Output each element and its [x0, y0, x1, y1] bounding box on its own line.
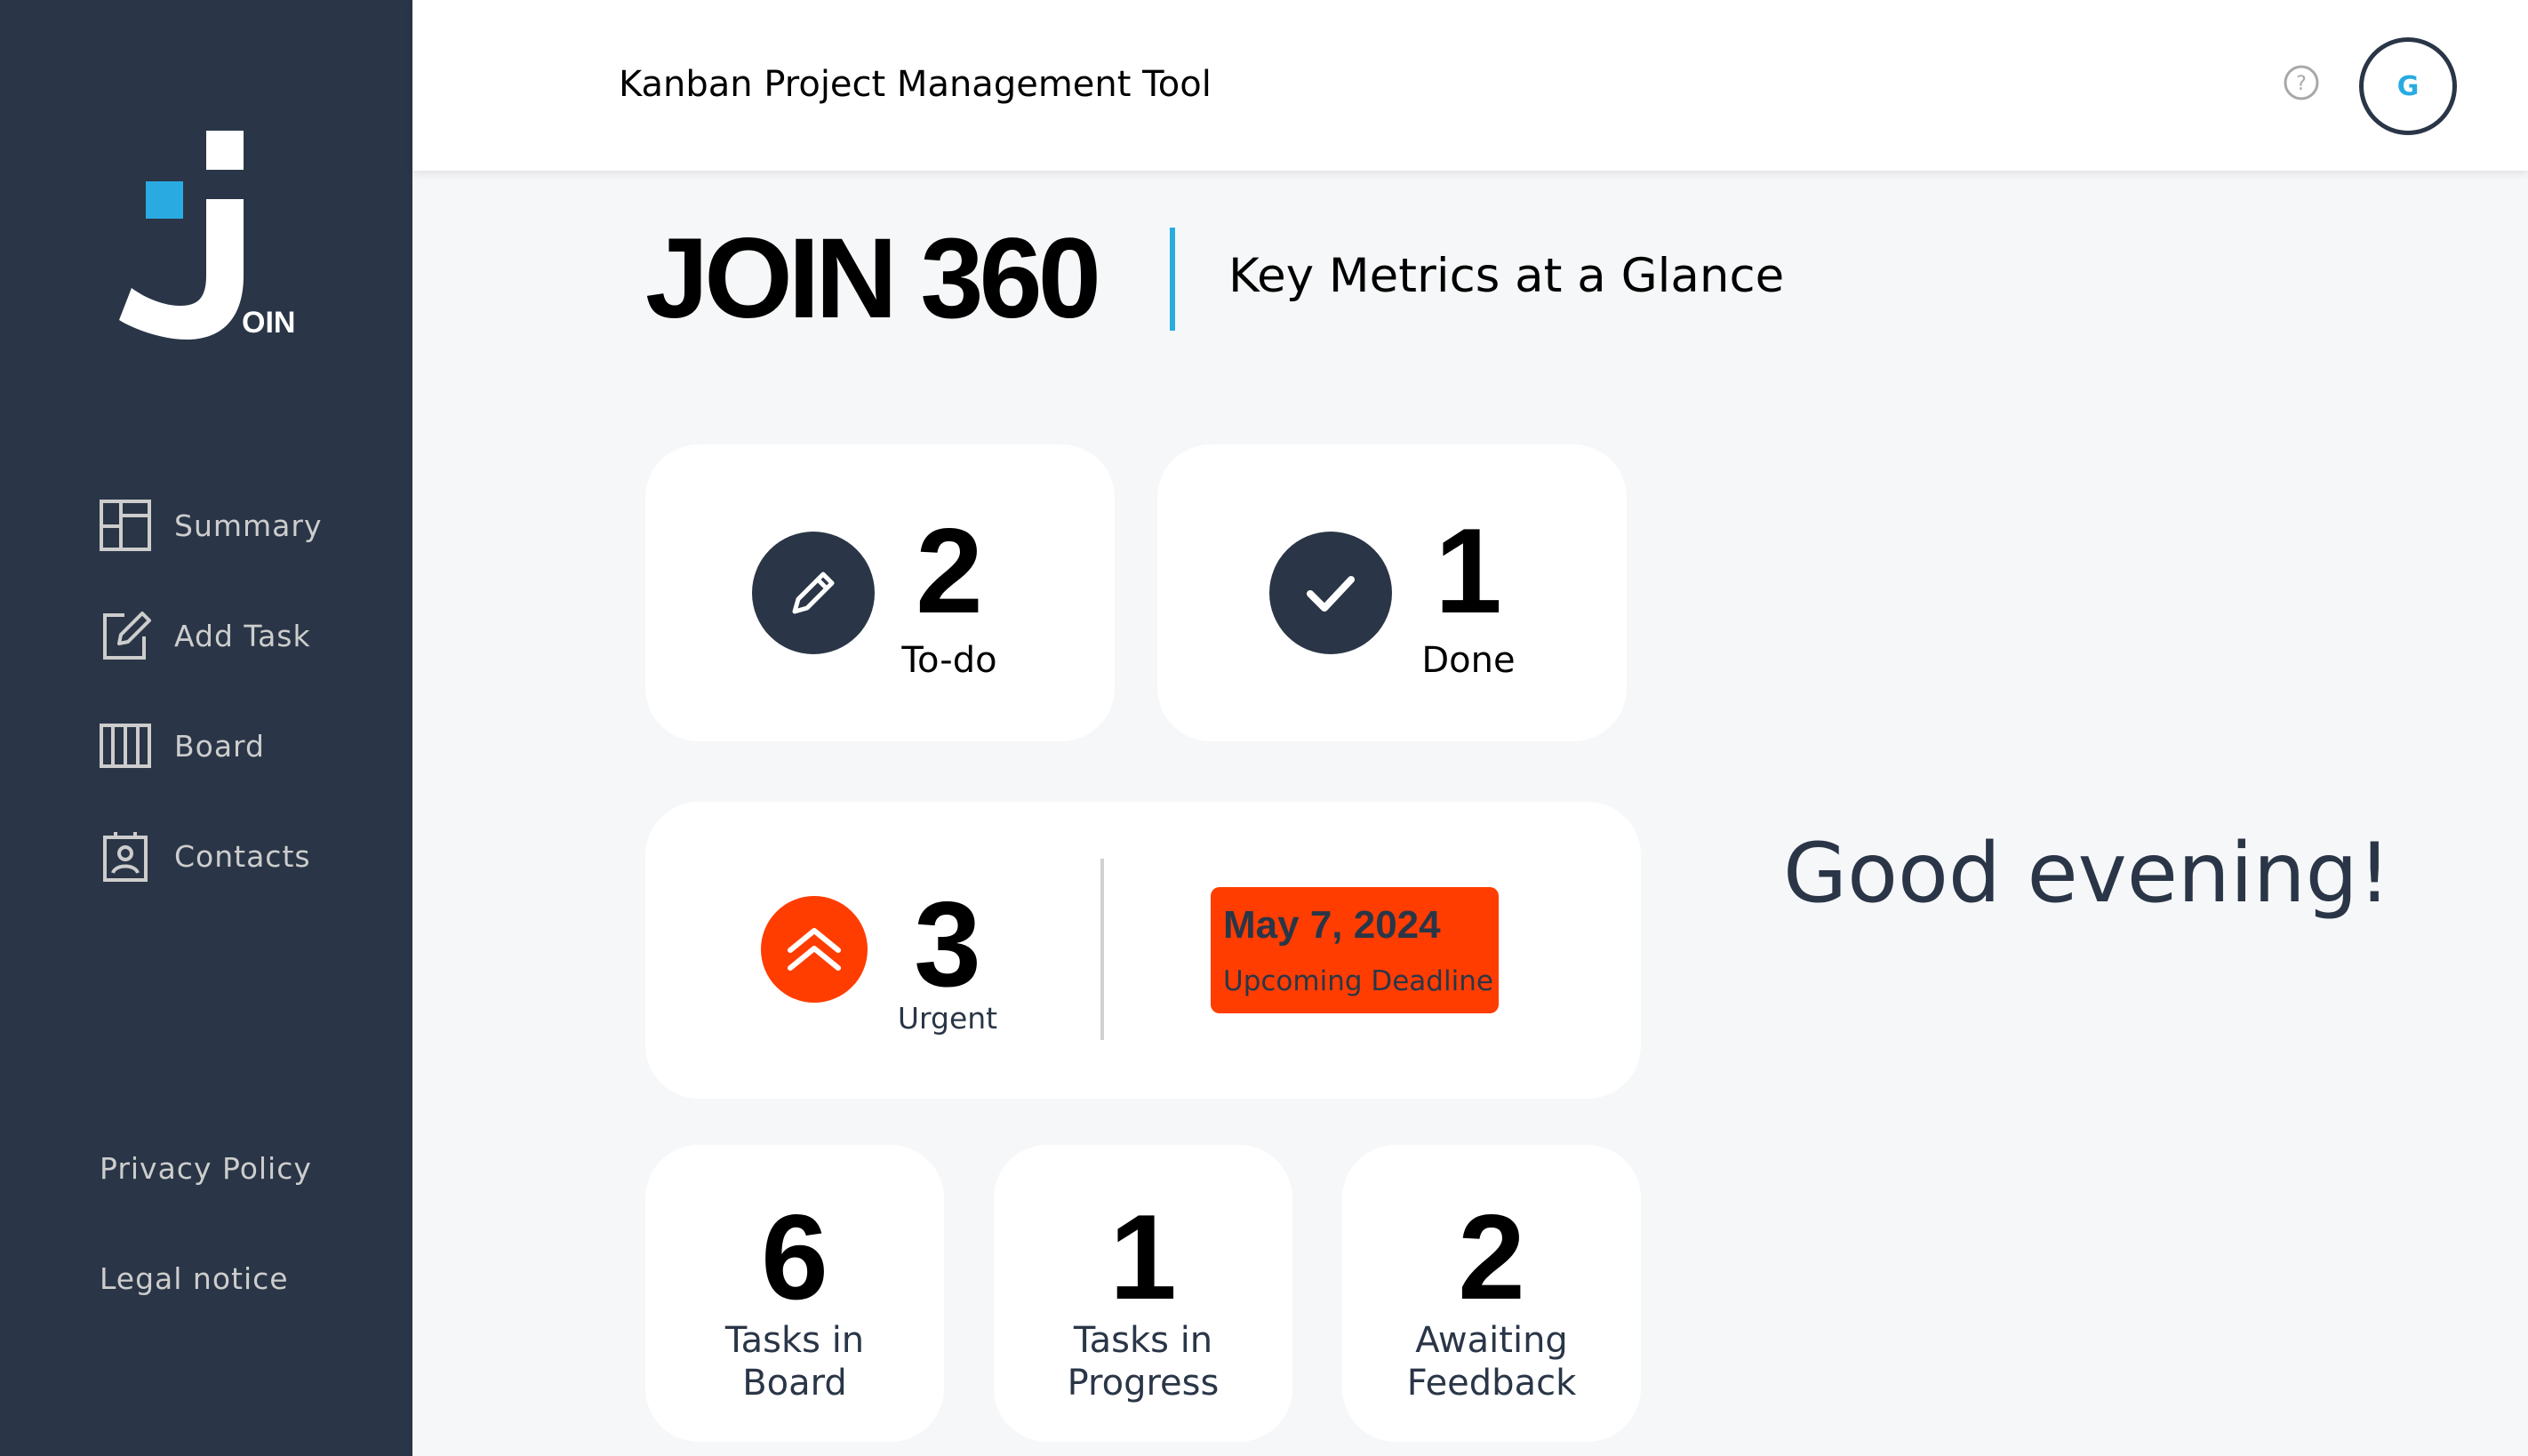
- top-header: Kanban Project Management Tool ? G: [412, 0, 2528, 171]
- sidebar-item-label: Contacts: [174, 838, 311, 874]
- sidebar-item-contacts[interactable]: Contacts: [98, 828, 322, 884]
- svg-text:?: ?: [2296, 73, 2307, 95]
- tasks-in-board-card[interactable]: 6 Tasks in Board: [645, 1145, 944, 1442]
- sidebar-item-add-task[interactable]: Add Task: [98, 608, 322, 663]
- board-icon: [100, 724, 151, 768]
- card-divider: [1100, 859, 1104, 1040]
- pencil-icon-circle: [752, 532, 875, 654]
- todo-label: To-do: [901, 640, 997, 681]
- todo-count: 2: [916, 503, 983, 638]
- add-task-icon: [103, 612, 151, 660]
- done-label: Done: [1421, 640, 1516, 681]
- awaiting-feedback-card[interactable]: 2 Awaiting Feedback: [1342, 1145, 1641, 1442]
- sidebar: OIN Summary Add Task Board Contacts Priv…: [0, 0, 412, 1456]
- privacy-policy-link[interactable]: Privacy Policy: [100, 1151, 312, 1206]
- urgent-icon-circle: [761, 896, 868, 1003]
- todo-card[interactable]: 2 To-do: [645, 444, 1115, 741]
- awaiting-feedback-label: Awaiting Feedback: [1406, 1320, 1577, 1404]
- sidebar-item-label: Summary: [174, 508, 323, 543]
- awaiting-feedback-count: 2: [1458, 1189, 1525, 1324]
- sidebar-nav: Summary Add Task Board Contacts: [98, 498, 322, 939]
- check-icon: [1307, 576, 1355, 612]
- sidebar-footer: Privacy Policy Legal notice: [100, 1151, 312, 1372]
- deadline-date: May 7, 2024: [1223, 903, 1441, 947]
- legal-notice-link[interactable]: Legal notice: [100, 1261, 312, 1316]
- sidebar-item-label: Add Task: [174, 618, 311, 653]
- join-logo[interactable]: OIN: [116, 124, 311, 356]
- sidebar-item-board[interactable]: Board: [98, 718, 322, 773]
- double-chevron-up-icon: [788, 928, 841, 971]
- logo-text: OIN: [242, 306, 295, 340]
- app-title: Kanban Project Management Tool: [619, 64, 1212, 105]
- greeting: Good evening!: [1783, 825, 2391, 921]
- page-title: JOIN 360: [645, 215, 1101, 342]
- tasks-in-progress-card[interactable]: 1 Tasks in Progress: [994, 1145, 1292, 1442]
- done-count: 1: [1435, 503, 1502, 638]
- tasks-in-board-label: Tasks in Board: [724, 1320, 865, 1404]
- sidebar-item-summary[interactable]: Summary: [98, 498, 322, 553]
- title-divider: [1170, 228, 1175, 331]
- deadline-badge: May 7, 2024 Upcoming Deadline: [1211, 887, 1499, 1013]
- page-subtitle: Key Metrics at a Glance: [1228, 249, 1785, 303]
- tasks-in-board-count: 6: [761, 1189, 828, 1324]
- done-card[interactable]: 1 Done: [1157, 444, 1627, 741]
- urgent-count: 3: [914, 876, 981, 1012]
- sidebar-item-label: Board: [174, 728, 265, 764]
- tasks-in-progress-label: Tasks in Progress: [1067, 1320, 1220, 1404]
- join-logo-icon: OIN: [119, 131, 295, 340]
- user-avatar[interactable]: G: [2359, 37, 2457, 135]
- urgent-card[interactable]: 3 Urgent May 7, 2024 Upcoming Deadline: [645, 802, 1641, 1099]
- help-icon[interactable]: ?: [2283, 64, 2320, 101]
- deadline-label: Upcoming Deadline: [1223, 965, 1493, 997]
- summary-icon: [100, 500, 151, 551]
- contacts-icon: [103, 832, 148, 882]
- pencil-icon: [792, 572, 835, 614]
- urgent-label: Urgent: [897, 1001, 998, 1036]
- tasks-in-progress-count: 1: [1109, 1189, 1177, 1324]
- check-icon-circle: [1269, 532, 1392, 654]
